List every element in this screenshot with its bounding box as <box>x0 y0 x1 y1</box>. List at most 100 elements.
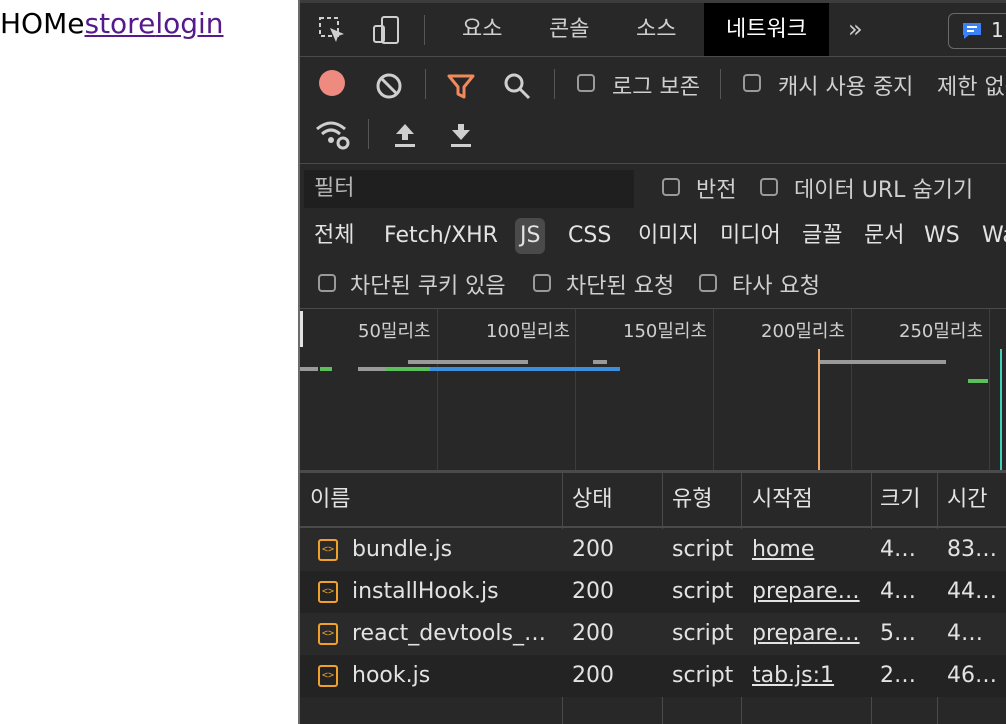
hide-data-urls-label: 데이터 URL 숨기기 <box>794 178 974 203</box>
preserve-log-label: 로그 보존 <box>612 75 700 100</box>
page-content: HOMestorelogin <box>0 0 298 724</box>
inspect-element-icon[interactable] <box>314 13 350 47</box>
type-filter-fetch-xhr[interactable]: Fetch/XHR <box>384 218 498 254</box>
more-tabs-icon[interactable]: » <box>848 3 863 56</box>
cell-status: 200 <box>572 579 614 604</box>
devtools-tabbar: 요소 콘솔 소스 네트워크 » 1 <box>300 3 1006 57</box>
timeline-bar <box>818 360 946 364</box>
type-filter-css[interactable]: CSS <box>568 218 611 254</box>
nav-links: HOMestorelogin <box>0 8 224 40</box>
type-filter-all[interactable]: 전체 <box>314 218 354 254</box>
type-filter-js[interactable]: JS <box>515 218 546 254</box>
chat-icon <box>963 23 981 39</box>
third-party-checkbox[interactable] <box>699 274 717 292</box>
script-file-icon: <> <box>318 623 338 645</box>
timeline-bar <box>320 367 332 371</box>
tick-label: 150밀리초 <box>623 321 708 342</box>
toolbar-separator-2 <box>554 69 555 99</box>
timeline-gridline <box>575 309 576 470</box>
timeline-bar <box>396 367 430 371</box>
hide-data-urls-checkbox[interactable] <box>760 178 778 196</box>
search-icon[interactable] <box>502 71 532 101</box>
preserve-log-checkbox[interactable] <box>577 74 595 92</box>
cell-time: 4… <box>947 621 983 646</box>
filter-bar: 필터 반전 데이터 URL 숨기기 전체 Fetch/XHR JS CSS 이미… <box>300 164 1006 309</box>
blocked-cookies-checkbox[interactable] <box>318 274 336 292</box>
table-row[interactable]: <> bundle.js 200 script home 4… 83… <box>300 529 1006 571</box>
column-status[interactable]: 상태 <box>572 473 612 526</box>
throttling-select[interactable]: 제한 없음 <box>937 69 1006 101</box>
script-file-icon: <> <box>318 539 338 561</box>
type-filter-media[interactable]: 미디어 <box>720 218 781 254</box>
cell-initiator-link[interactable]: prepare… <box>752 571 867 613</box>
disable-cache-label: 캐시 사용 중지 <box>778 75 914 100</box>
blocked-requests-checkbox[interactable] <box>533 274 551 292</box>
tick-label: 100밀리초 <box>486 321 571 342</box>
login-link[interactable]: login <box>155 7 223 40</box>
requests-table: 이름 상태 유형 시작점 크기 시간 <> bundle.js 200 scri… <box>300 473 1006 724</box>
cell-initiator-link[interactable]: prepare… <box>752 613 867 655</box>
type-filter-wasm[interactable]: Wasm <box>982 218 1006 254</box>
tab-network[interactable]: 네트워크 <box>704 3 829 56</box>
toolbar-separator-3 <box>720 69 721 99</box>
type-filter-font[interactable]: 글꼴 <box>802 218 842 254</box>
filter-input[interactable]: 필터 <box>304 170 634 208</box>
type-filter-doc[interactable]: 문서 <box>864 218 904 254</box>
timeline-overview[interactable]: 50밀리초 100밀리초 150밀리초 200밀리초 250밀리초 <box>300 309 1006 473</box>
blocked-cookies-label: 차단된 쿠키 있음 <box>350 274 506 299</box>
column-type[interactable]: 유형 <box>672 473 712 526</box>
filter-icon[interactable] <box>446 71 476 101</box>
tab-elements[interactable]: 요소 <box>462 3 502 56</box>
export-har-icon[interactable] <box>448 121 474 149</box>
type-filter-ws[interactable]: WS <box>924 218 960 254</box>
table-header: 이름 상태 유형 시작점 크기 시간 <box>300 473 1006 528</box>
timeline-gridline <box>851 309 852 470</box>
devtools-panel: 요소 콘솔 소스 네트워크 » 1 로그 보존 캐시 사용 중지 제한 없음 <box>300 0 1006 724</box>
timeline-bar <box>593 360 607 364</box>
invert-checkbox[interactable] <box>662 178 680 196</box>
cell-initiator-link[interactable]: tab.js:1 <box>752 655 867 697</box>
network-toolbar: 로그 보존 캐시 사용 중지 제한 없음 <box>300 57 1006 164</box>
column-size[interactable]: 크기 <box>880 473 920 526</box>
dom-content-loaded-marker <box>818 349 820 470</box>
record-icon[interactable] <box>318 69 346 97</box>
timeline-bar <box>358 367 386 371</box>
script-file-icon: <> <box>318 581 338 603</box>
type-filter-image[interactable]: 이미지 <box>638 218 699 254</box>
column-initiator[interactable]: 시작점 <box>752 473 813 526</box>
issues-badge[interactable]: 1 <box>948 13 1006 49</box>
toolbar-separator-4 <box>368 119 369 149</box>
blocked-requests-label: 차단된 요청 <box>566 274 675 299</box>
device-toolbar-icon[interactable] <box>368 13 404 47</box>
network-conditions-icon[interactable] <box>314 119 352 151</box>
cell-type: script <box>672 579 734 604</box>
table-row[interactable]: <> installHook.js 200 script prepare… 4…… <box>300 571 1006 613</box>
cell-size: 5… <box>880 621 916 646</box>
store-link[interactable]: store <box>84 7 155 40</box>
cell-name: hook.js <box>352 663 431 688</box>
timeline-gridline <box>437 309 438 470</box>
disable-cache-checkbox[interactable] <box>743 74 761 92</box>
tab-sources[interactable]: 소스 <box>636 3 676 56</box>
cell-status: 200 <box>572 621 614 646</box>
clear-icon[interactable] <box>374 71 404 101</box>
table-row[interactable]: <> hook.js 200 script tab.js:1 2… 46… <box>300 655 1006 697</box>
load-event-marker <box>1000 349 1002 470</box>
column-time[interactable]: 시간 <box>947 473 987 526</box>
cell-type: script <box>672 663 734 688</box>
cell-status: 200 <box>572 537 614 562</box>
timeline-bar <box>386 367 396 371</box>
timeline-bar <box>968 379 988 383</box>
cell-name: installHook.js <box>352 579 499 604</box>
tab-console[interactable]: 콘솔 <box>549 3 589 56</box>
cell-time: 44… <box>947 579 997 604</box>
script-file-icon: <> <box>318 665 338 687</box>
column-name[interactable]: 이름 <box>310 473 350 526</box>
timeline-left-handle[interactable] <box>300 311 303 347</box>
tick-label: 50밀리초 <box>358 321 431 342</box>
issues-count: 1 <box>991 18 1004 42</box>
cell-name: react_devtools_… <box>352 621 546 646</box>
cell-initiator-link[interactable]: home <box>752 529 867 571</box>
import-har-icon[interactable] <box>392 121 418 149</box>
table-row[interactable]: <> react_devtools_… 200 script prepare… … <box>300 613 1006 655</box>
